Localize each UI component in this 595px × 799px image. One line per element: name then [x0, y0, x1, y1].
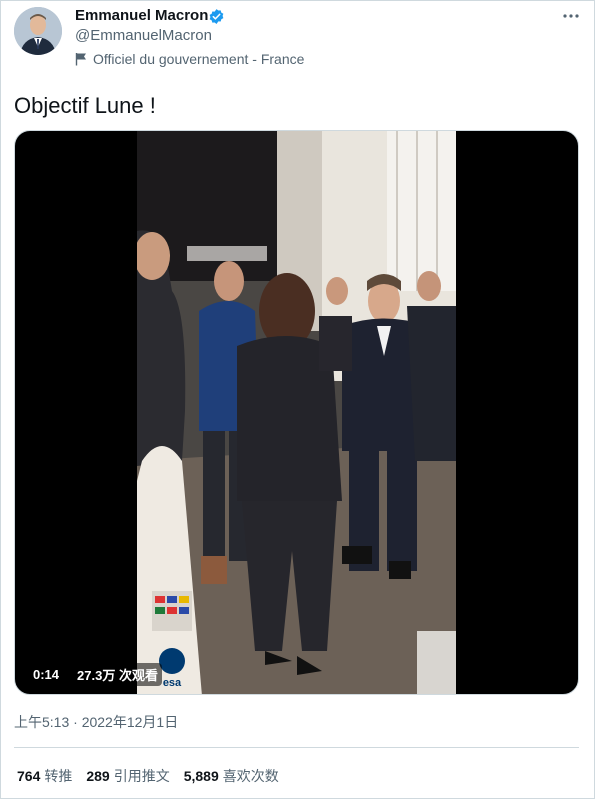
- video-player[interactable]: esa 0:14 27.3万 次观看: [14, 130, 579, 695]
- video-duration: 0:14: [29, 664, 64, 684]
- video-thumbnail[interactable]: esa: [137, 131, 456, 695]
- flag-icon: [75, 53, 86, 66]
- video-overlay: 0:14 27.3万 次观看: [29, 662, 162, 686]
- quotes-stat[interactable]: 289 引用推文: [86, 766, 169, 786]
- likes-label: 喜欢次数: [222, 768, 279, 784]
- esa-logo-text: esa: [163, 677, 182, 689]
- tweet-text: Objectif Lune !: [14, 93, 156, 118]
- verified-badge-icon: [209, 9, 224, 24]
- quotes-count: 289: [86, 768, 110, 784]
- retweets-count: 764: [17, 768, 41, 784]
- author-display-name[interactable]: Emmanuel Macron: [75, 7, 208, 24]
- video-view-count: 27.3万 次观看: [73, 662, 162, 686]
- divider: [14, 747, 579, 748]
- quotes-label: 引用推文: [113, 768, 170, 784]
- government-label-text: Officiel du gouvernement - France: [93, 51, 305, 67]
- likes-count: 5,889: [183, 768, 219, 784]
- author-handle[interactable]: @EmmanuelMacron: [75, 27, 212, 44]
- retweets-stat[interactable]: 764 转推: [17, 766, 72, 786]
- likes-stat[interactable]: 5,889 喜欢次数: [184, 766, 279, 786]
- more-horizontal-icon[interactable]: [561, 10, 581, 22]
- retweets-label: 转推: [44, 768, 73, 784]
- government-label[interactable]: Officiel du gouvernement - France: [75, 51, 304, 67]
- avatar[interactable]: [14, 7, 62, 55]
- engagement-stats: 764 转推 289 引用推文 5,889 喜欢次数: [17, 766, 279, 786]
- tweet-timestamp[interactable]: 上午5:13 · 2022年12月1日: [14, 712, 178, 732]
